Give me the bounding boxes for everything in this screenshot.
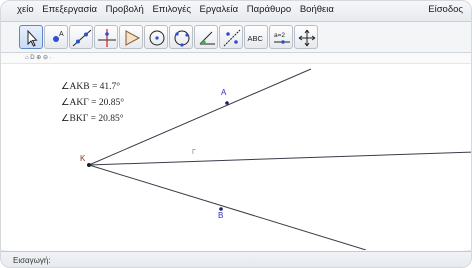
circle-tool[interactable] [144, 25, 168, 49]
reflect-tool[interactable] [219, 25, 243, 49]
slider-tool[interactable]: a=2 [269, 25, 293, 49]
perpendicular-icon [98, 29, 116, 47]
geometry-drawing [87, 68, 472, 250]
menu-window[interactable]: Παράθυρο [247, 4, 291, 15]
menu-login[interactable]: Είσοδος [428, 4, 463, 15]
circle-center-point-icon [149, 30, 165, 46]
point-A[interactable] [225, 101, 229, 105]
graphics-view[interactable]: ∠ΑΚΒ = 41.7° ∠ΑΚΓ = 20.85° ∠ΒΚΓ = 20.85°… [1, 64, 472, 250]
ray-KA[interactable] [88, 68, 312, 166]
circle-three-points-tool[interactable] [169, 25, 193, 49]
menu-view[interactable]: Προβολή [106, 4, 144, 15]
point-K[interactable] [87, 163, 91, 167]
angle-tool[interactable] [194, 25, 218, 49]
view-sub-toolbar: ⌂ D ⊕ ⊖ · [1, 53, 471, 64]
app-window: χείο Επεξεργασία Προβολή Επιλογές Εργαλε… [0, 0, 472, 268]
input-bar[interactable]: Εισαγωγή: [1, 251, 471, 267]
perpendicular-line-tool[interactable] [94, 25, 118, 49]
ray-KG[interactable] [88, 151, 472, 166]
circle-three-points-icon [174, 30, 190, 47]
menu-options[interactable]: Επιλογές [152, 4, 190, 15]
svg-text:A: A [59, 31, 64, 38]
menu-help[interactable]: Βοήθεια [300, 4, 334, 15]
menu-edit[interactable]: Επεξεργασία [42, 4, 97, 15]
menu-items: χείο Επεξεργασία Προβολή Επιλογές Εργαλε… [17, 4, 340, 15]
arrow-pointer-icon [27, 29, 38, 47]
polygon-tool[interactable] [119, 25, 143, 49]
point-G-label: Γ [192, 149, 196, 156]
svg-text:a=2: a=2 [274, 32, 285, 39]
move-view-tool[interactable] [294, 25, 318, 49]
sub-strip-text[interactable]: ⌂ D ⊕ ⊖ · [25, 54, 52, 61]
point-B-label: B [218, 211, 224, 220]
line-through-points-icon [72, 29, 92, 47]
point-icon: A [53, 31, 64, 42]
input-bar-label: Εισαγωγή: [13, 256, 51, 265]
reflect-icon [223, 29, 241, 47]
text-abc-icon: ABC [248, 34, 264, 43]
svg-text:ABC: ABC [248, 34, 264, 43]
new-point-tool[interactable]: A [44, 25, 68, 49]
slider-icon: a=2 [274, 32, 290, 44]
angle-icon [199, 31, 215, 45]
menu-bar: χείο Επεξεργασία Προβολή Επιλογές Εργαλε… [1, 1, 471, 22]
menu-tools[interactable]: Εργαλεία [200, 4, 239, 15]
ray-KB[interactable] [88, 164, 367, 250]
text-tool[interactable]: ABC [244, 25, 268, 49]
move-graphics-icon [298, 29, 316, 47]
line-tool[interactable] [69, 25, 93, 49]
move-tool[interactable] [19, 25, 43, 49]
point-K-label: K [80, 154, 86, 163]
polygon-icon [125, 30, 141, 46]
point-A-label: A [221, 88, 227, 97]
toolbar: A ABC a=2 [1, 22, 471, 53]
menu-file[interactable]: χείο [17, 4, 34, 15]
